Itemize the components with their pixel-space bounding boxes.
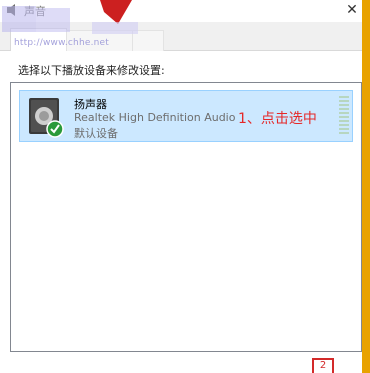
device-name: 扬声器 [74,98,107,111]
device-driver: Realtek High Definition Audio [74,111,236,124]
tab-sounds[interactable] [132,30,164,51]
side-accent-strip [362,0,370,373]
title-bar: 声音 ✕ [0,0,370,22]
tab-playback[interactable] [10,28,67,51]
sound-app-icon [7,4,15,16]
device-status: 默认设备 [74,127,118,140]
volume-level-meter [339,96,349,134]
tab-recording[interactable] [66,30,133,51]
annotation-step2-marker: 2 [312,358,334,373]
instruction-text: 选择以下播放设备来修改设置: [18,64,165,77]
device-item-speakers[interactable]: 扬声器 Realtek High Definition Audio 默认设备 1… [19,90,353,142]
window-title: 声音 [24,5,46,18]
playback-device-list[interactable]: 扬声器 Realtek High Definition Audio 默认设备 1… [10,82,362,352]
green-check-icon [46,120,64,138]
annotation-step1: 1、点击选中 [238,111,317,127]
speaker-icon [29,98,64,138]
